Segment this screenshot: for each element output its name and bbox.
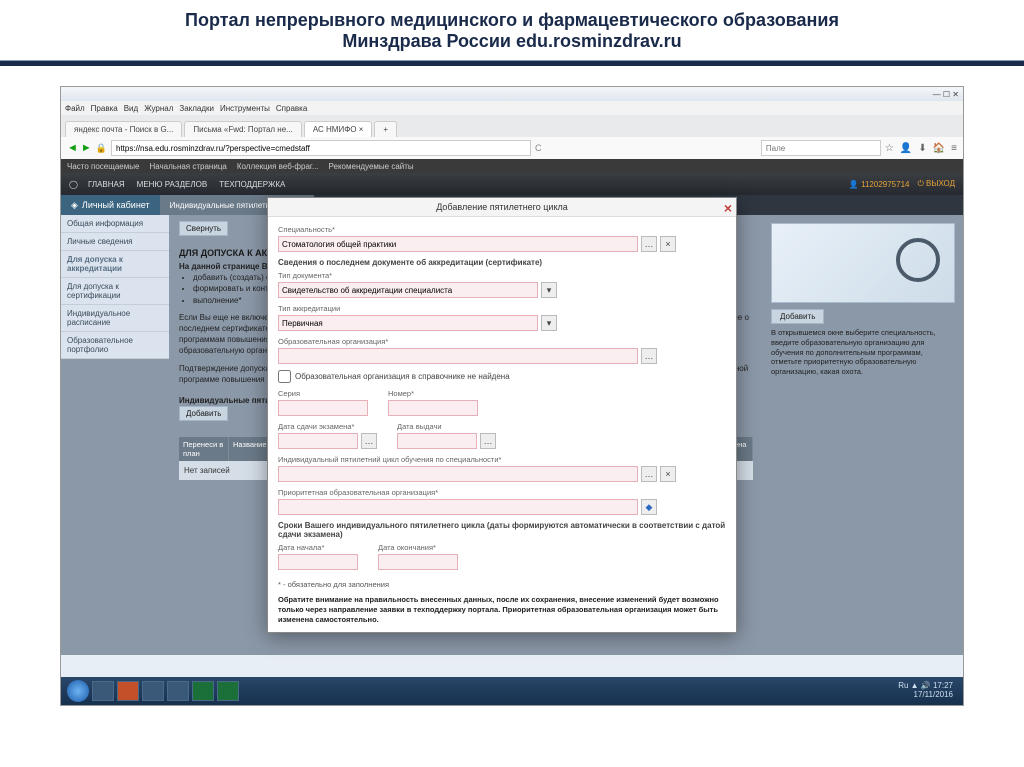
dropdown-icon[interactable]: ▾ (541, 315, 557, 331)
windows-taskbar: Ru ▲ 🔊 17:2717/11/2016 (61, 677, 963, 705)
accred-type-select[interactable] (278, 315, 538, 331)
url-input[interactable] (111, 140, 531, 156)
tab-0[interactable]: яндекс почта - Поиск в G... (65, 121, 182, 137)
close-icon[interactable]: × (724, 200, 732, 216)
system-tray[interactable]: Ru ▲ 🔊 17:2717/11/2016 (898, 682, 957, 700)
end-date-input[interactable] (378, 554, 458, 570)
logo-icon: ◯ (69, 180, 78, 189)
add-cycle-button[interactable]: Добавить (179, 406, 228, 421)
clear-icon[interactable]: × (660, 236, 676, 252)
tab-2[interactable]: АС НМИФО × (304, 121, 373, 137)
start-button[interactable] (67, 680, 89, 702)
dropdown-icon[interactable]: ▾ (541, 282, 557, 298)
right-panel: Добавить В открывшемся окне выберите спе… (763, 215, 963, 655)
series-input[interactable] (278, 400, 368, 416)
not-found-checkbox[interactable] (278, 370, 291, 383)
calendar-icon[interactable]: … (480, 433, 496, 449)
bookmarks-bar[interactable]: Часто посещаемые Начальная страница Колл… (61, 159, 963, 173)
collapse-button[interactable]: Свернуть (179, 221, 228, 236)
window-titlebar: — ☐ ✕ (61, 87, 963, 101)
sidebar-item-accred[interactable]: Для допуска к аккредитации (61, 251, 169, 278)
nav-sections[interactable]: МЕНЮ РАЗДЕЛОВ (137, 180, 208, 189)
user-id: 👤 11202975714 (849, 180, 910, 189)
back-icon[interactable]: ◄ (67, 142, 78, 154)
title-divider (0, 60, 1024, 66)
taskbar-app-4[interactable] (167, 681, 189, 701)
lock-icon: 🔒 (96, 143, 107, 154)
calendar-icon[interactable]: … (361, 433, 377, 449)
start-date-input[interactable] (278, 554, 358, 570)
sidebar: Общая информация Личные сведения Для доп… (61, 215, 169, 655)
taskbar-app-1[interactable] (92, 681, 114, 701)
lookup-icon[interactable]: … (641, 236, 657, 252)
required-note: * - обязательно для заполнения (278, 580, 726, 589)
home-icon[interactable]: 🏠 (933, 143, 945, 154)
url-bar: ◄► 🔒 C ☆ 👤 ⬇ 🏠 ≡ (61, 137, 963, 159)
self-icon[interactable]: ☆ (885, 143, 894, 154)
lookup-icon[interactable]: … (641, 466, 657, 482)
screenshot-window: — ☐ ✕ ФайлПравкаВидЖурналЗакладкиИнструм… (60, 86, 964, 706)
download-icon[interactable]: ⬇ (918, 143, 926, 154)
specialty-input[interactable] (278, 236, 638, 252)
nav-support[interactable]: ТЕХПОДДЕРЖКА (219, 180, 285, 189)
transfer-icon[interactable]: ◆ (641, 499, 657, 515)
clear-icon[interactable]: × (660, 466, 676, 482)
sidebar-item-cert[interactable]: Для допуска к сертификации (61, 278, 169, 305)
user-icon[interactable]: 👤 (900, 143, 912, 154)
forward-icon[interactable]: ► (81, 142, 92, 154)
taskbar-app-3[interactable] (142, 681, 164, 701)
doctype-select[interactable] (278, 282, 538, 298)
specialty-label: Специальность* (278, 225, 726, 234)
section-docs: Сведения о последнем документе об аккред… (278, 258, 726, 267)
issue-date-input[interactable] (397, 433, 477, 449)
browser-tabs: яндекс почта - Поиск в G... Письма «Fwd:… (61, 115, 963, 137)
search-input[interactable] (761, 140, 881, 156)
sidebar-item-portfolio[interactable]: Образовательное портфолио (61, 332, 169, 359)
taskbar-app-5[interactable] (192, 681, 214, 701)
new-tab[interactable]: + (374, 121, 397, 137)
warning-text: Обратите внимание на правильность внесен… (278, 595, 726, 624)
add-cycle-modal: Добавление пятилетнего цикла × Специальн… (267, 197, 737, 633)
modal-title: Добавление пятилетнего цикла × (268, 198, 736, 217)
browser-menu[interactable]: ФайлПравкаВидЖурналЗакладкиИнструментыСп… (61, 101, 963, 115)
logout-button[interactable]: ⏻ ВЫХОД (917, 179, 955, 189)
diamond-icon: ◈ (71, 200, 78, 211)
taskbar-app-6[interactable] (217, 681, 239, 701)
add-button-right[interactable]: Добавить (771, 309, 824, 324)
exam-date-input[interactable] (278, 433, 358, 449)
close-icon[interactable]: × (359, 125, 364, 134)
lookup-icon[interactable]: … (641, 348, 657, 364)
tab-1[interactable]: Письма «Fwd: Портал не... (184, 121, 302, 137)
number-input[interactable] (388, 400, 478, 416)
priority-org-input[interactable] (278, 499, 638, 515)
nav-main[interactable]: ГЛАВНАЯ (88, 180, 125, 189)
menu-icon[interactable]: ≡ (951, 143, 957, 154)
stethoscope-image (771, 223, 955, 303)
sidebar-item-personal[interactable]: Личные сведения (61, 233, 169, 251)
edu-org-input[interactable] (278, 348, 638, 364)
window-controls[interactable]: — ☐ ✕ (933, 90, 959, 99)
ind-cycle-input[interactable] (278, 466, 638, 482)
sidebar-item-schedule[interactable]: Индивидуальное расписание (61, 305, 169, 332)
section-dates: Сроки Вашего индивидуального пятилетнего… (278, 521, 726, 539)
sidebar-item-general[interactable]: Общая информация (61, 215, 169, 233)
taskbar-app-2[interactable] (117, 681, 139, 701)
app-topbar: ◯ ГЛАВНАЯ МЕНЮ РАЗДЕЛОВ ТЕХПОДДЕРЖКА 👤 1… (61, 173, 963, 195)
personal-cabinet[interactable]: ◈ Личный кабинет (61, 195, 160, 215)
slide-title: Портал непрерывного медицинского и фарма… (0, 0, 1024, 60)
